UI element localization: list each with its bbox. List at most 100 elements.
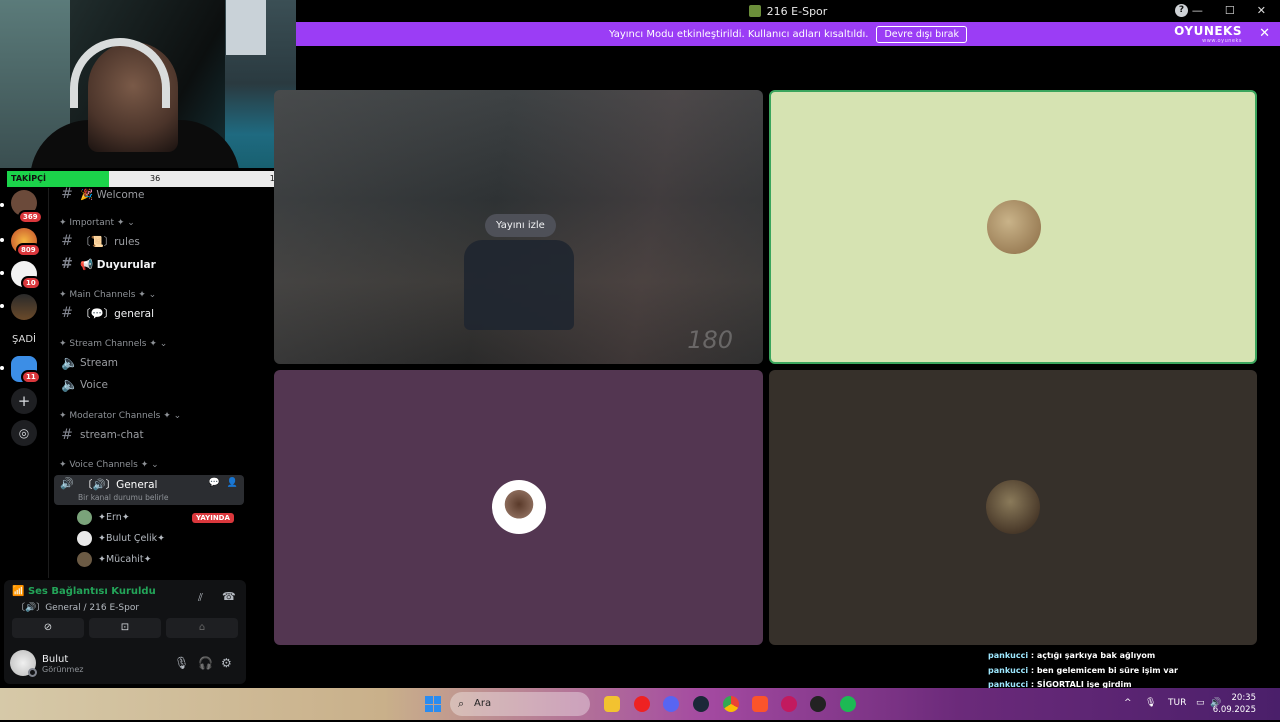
unread-pill [0, 271, 4, 275]
screen-share-icon: ⊡ [120, 622, 130, 633]
activities-button[interactable]: ⌂ [166, 618, 238, 638]
spotify-icon[interactable] [840, 696, 856, 712]
brand-logo-text: OYUNEKS [1174, 24, 1242, 38]
channel-stream[interactable]: 🔈 Stream [61, 355, 118, 371]
voice-user-ern[interactable]: ✦Ern✦ [77, 510, 130, 525]
language-indicator[interactable]: TUR [1168, 698, 1186, 708]
avatar [77, 510, 92, 525]
maximize-icon[interactable]: ☐ [1225, 4, 1235, 17]
chat-line: pankucci : açtığı şarkıya bak ağlıyom [988, 649, 1280, 664]
app-icon[interactable] [781, 696, 797, 712]
avatar [987, 200, 1041, 254]
file-explorer-icon[interactable] [604, 696, 620, 712]
server-icon-sadi[interactable]: ŞADİ [10, 327, 38, 353]
chat-line: pankucci : ben gelemicem bi süre işim va… [988, 664, 1280, 679]
user-tile-3[interactable] [769, 370, 1257, 645]
channel-general-voice-label: 〔🔊〕General [82, 479, 158, 491]
youtube-music-icon[interactable] [634, 696, 650, 712]
server-icon-4[interactable] [11, 294, 37, 320]
unread-pill [0, 238, 4, 242]
add-server-icon[interactable]: + [11, 388, 37, 414]
avatar [492, 480, 546, 534]
close-window-icon[interactable]: ✕ [1257, 4, 1266, 17]
taskbar: ⌕ Ara ^ 🎙 TUR ▭ 🔊 20:35 6.09.2025 [0, 688, 1280, 720]
user-status: Görünmez [42, 665, 84, 674]
discord-icon[interactable] [663, 696, 679, 712]
channel-status-hint[interactable]: Bir kanal durumu belirle [78, 493, 168, 502]
server-badge-2: 809 [16, 243, 41, 257]
game-car [464, 240, 574, 330]
channel-stream-chat-label: stream-chat [80, 429, 144, 441]
brave-icon[interactable] [752, 696, 768, 712]
stream-tile-game[interactable]: 180 Yayını izle [274, 90, 763, 364]
webcam-poster-bg [226, 0, 266, 55]
voice-location[interactable]: 〔🔊〕General / 216 E-Spor [16, 600, 139, 613]
search-icon: ⌕ [458, 697, 465, 710]
channel-stream-chat[interactable]: # stream-chat [61, 427, 144, 443]
help-icon[interactable]: ? [1175, 4, 1188, 17]
obs-icon[interactable] [810, 696, 826, 712]
hash-icon: # [61, 256, 73, 272]
server-badge-1: 369 [18, 210, 43, 224]
user-tile-1[interactable] [769, 90, 1257, 364]
category-main[interactable]: ✦ Main Channels ✦ ⌄ [59, 290, 156, 300]
channel-rules-label: 〔📜〕rules [80, 235, 140, 248]
minimize-icon[interactable]: — [1192, 4, 1203, 17]
brand-logo: OYUNEKS www.oyuneks [1174, 24, 1242, 44]
channel-list: # 🎉 Welcome ✦ Important ✦ ⌄ # 〔📜〕rules # 📢 … [48, 186, 250, 578]
clock-time: 20:35 [1231, 693, 1257, 703]
status-invisible-icon [28, 668, 37, 677]
close-banner-icon[interactable]: ✕ [1259, 26, 1270, 41]
avatar [986, 480, 1040, 534]
user-tile-2[interactable] [274, 370, 763, 645]
noise-suppression-icon[interactable]: ⫽ [198, 591, 203, 605]
windows-start-icon[interactable] [425, 696, 441, 712]
follower-goal-label: TAKİPÇİ [11, 174, 46, 183]
live-badge: YAYINDA [192, 513, 234, 523]
camera-off-button[interactable]: ⊘ [12, 618, 84, 638]
channel-general-text[interactable]: # 〔💬〕general [61, 305, 154, 321]
headphones-icon[interactable]: 🎧 [198, 656, 213, 670]
mic-icon[interactable]: 🎙 [174, 656, 189, 670]
voice-user-name: ✦Ern✦ [98, 512, 130, 523]
category-important[interactable]: ✦ Important ✦ ⌄ [59, 218, 135, 228]
chrome-icon[interactable] [723, 696, 739, 712]
camera-off-icon: ⊘ [43, 622, 53, 633]
hash-icon: # [61, 427, 73, 443]
channel-welcome[interactable]: # 🎉 Welcome [61, 186, 144, 202]
channel-duyurular[interactable]: # 📢 Duyurular [61, 256, 156, 272]
category-main-label: ✦ Main Channels ✦ [59, 290, 146, 300]
chevron-up-icon[interactable]: ^ [1124, 698, 1132, 708]
channel-voice[interactable]: 🔈 Voice [61, 377, 108, 393]
mic-tray-icon[interactable]: 🎙 [1145, 698, 1156, 708]
clock[interactable]: 20:35 6.09.2025 [1213, 692, 1256, 716]
channel-general-voice[interactable]: 🔊 〔🔊〕General Bir kanal durumu belirle 💬 … [54, 475, 244, 505]
discover-icon[interactable]: ◎ [11, 420, 37, 446]
chat-bubble-icon[interactable]: 💬 [209, 478, 220, 488]
hash-icon: # [61, 233, 73, 249]
voice-user-bulut[interactable]: ✦Bulut Çelik✦ [77, 531, 165, 546]
screen-share-button[interactable]: ⊡ [89, 618, 161, 638]
voice-connected-status[interactable]: 📶 Ses Bağlantısı Kuruldu [12, 586, 156, 597]
category-stream-label: ✦ Stream Channels ✦ [59, 339, 157, 349]
category-voice[interactable]: ✦ Voice Channels ✦ ⌄ [59, 460, 159, 470]
user-name[interactable]: Bulut [42, 654, 68, 665]
voice-connection-panel: 📶 Ses Bağlantısı Kuruldu 〔🔊〕General / 21… [4, 580, 246, 644]
banner-message: Yayıncı Modu etkinleştirildi. Kullanıcı … [608, 28, 869, 40]
steam-icon[interactable] [693, 696, 709, 712]
gamepad-icon: ⌂ [198, 622, 206, 633]
category-stream[interactable]: ✦ Stream Channels ✦ ⌄ [59, 339, 167, 349]
voice-user-mucahit[interactable]: ✦Mücahit✦ [77, 552, 152, 567]
disable-streamer-mode-button[interactable]: Devre dışı bırak [876, 25, 968, 43]
channel-rules[interactable]: # 〔📜〕rules [61, 233, 140, 249]
disconnect-icon[interactable]: ☎ [222, 590, 236, 603]
gear-icon[interactable]: ⚙ [221, 656, 232, 670]
avatar [77, 531, 92, 546]
invite-user-icon[interactable]: 👤 [227, 478, 238, 488]
speaker-icon: 🔈 [61, 355, 79, 371]
taskbar-search[interactable]: ⌕ Ara [450, 692, 590, 716]
category-moderator[interactable]: ✦ Moderator Channels ✦ ⌄ [59, 411, 181, 421]
signal-icon: 📶 [12, 586, 25, 597]
watch-stream-button[interactable]: Yayını izle [485, 214, 556, 237]
network-icon[interactable]: ▭ [1196, 698, 1205, 708]
